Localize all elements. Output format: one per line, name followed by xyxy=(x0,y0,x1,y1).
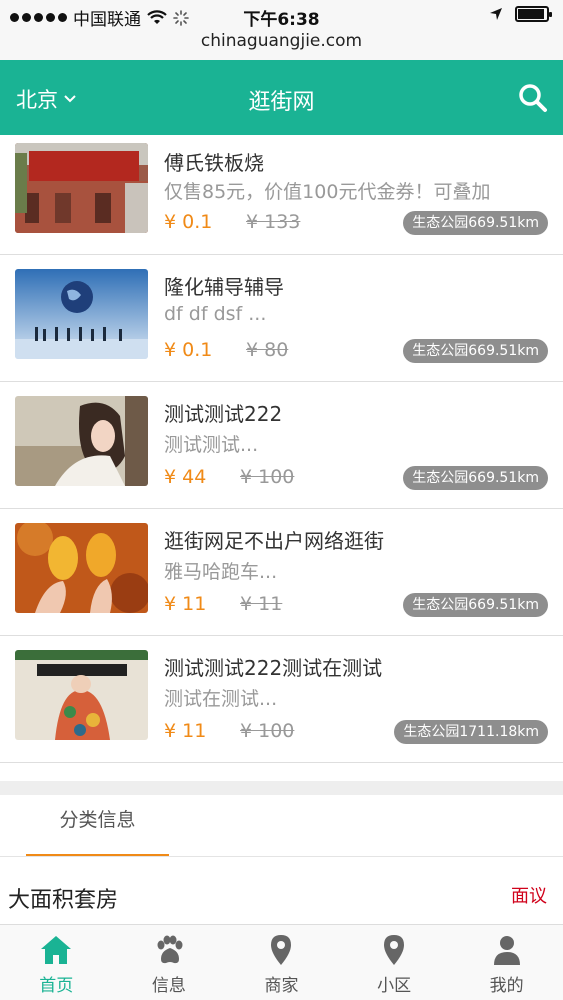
item-desc: 测试测试... xyxy=(164,434,259,456)
nav-mine[interactable]: 我的 xyxy=(450,925,563,1000)
item-price: ¥ 44 xyxy=(164,466,207,488)
home-icon xyxy=(41,936,72,964)
nav-label: 小区 xyxy=(377,976,412,996)
paw-icon xyxy=(157,935,183,964)
status-bar: 中国联通 下午6:38 xyxy=(0,0,563,32)
nav-label: 商家 xyxy=(264,976,299,996)
distance-badge: 生态公园669.51km xyxy=(403,211,548,235)
bottom-nav: 首页 信息 商家 小区 我的 xyxy=(0,924,563,1000)
info-list-item[interactable]: 大面积套房 面议 xyxy=(0,858,563,924)
info-title: 大面积套房 xyxy=(8,888,119,913)
item-desc: 雅马哈跑车... xyxy=(164,561,278,583)
map-pin-icon xyxy=(384,935,405,965)
deal-thumbnail xyxy=(15,396,148,486)
list-item[interactable]: 傅氏铁板烧 仅售85元，价值100元代金券！可叠加 ¥ 0.1 ¥ 133 生态… xyxy=(0,135,563,255)
location-arrow-icon xyxy=(490,8,502,20)
nav-merchants[interactable]: 商家 xyxy=(225,925,338,1000)
user-icon xyxy=(493,936,520,965)
item-original-price: ¥ 11 xyxy=(240,593,283,615)
tab-category-info[interactable]: 分类信息 xyxy=(26,807,169,857)
item-original-price: ¥ 80 xyxy=(246,339,289,361)
item-price: ¥ 0.1 xyxy=(164,339,213,361)
item-price: ¥ 0.1 xyxy=(164,211,213,233)
nav-label: 信息 xyxy=(151,976,186,996)
status-time: 下午6:38 xyxy=(243,10,320,30)
item-original-price: ¥ 133 xyxy=(246,211,301,233)
deal-thumbnail xyxy=(15,650,148,740)
tab-underline xyxy=(26,854,169,856)
item-title: 测试测试222 xyxy=(164,402,283,426)
item-original-price: ¥ 100 xyxy=(240,720,295,742)
battery-icon xyxy=(515,6,552,22)
nav-info[interactable]: 信息 xyxy=(113,925,226,1000)
deal-thumbnail xyxy=(15,523,148,613)
item-title: 隆化辅导辅导 xyxy=(164,275,284,299)
item-desc: df df dsf ... xyxy=(164,303,267,325)
distance-badge: 生态公园1711.18km xyxy=(394,720,548,744)
distance-badge: 生态公园669.51km xyxy=(403,466,548,490)
item-desc: 仅售85元，价值100元代金券！可叠加 xyxy=(164,181,491,203)
item-title: 傅氏铁板烧 xyxy=(164,151,264,175)
deal-list: 傅氏铁板烧 仅售85元，价值100元代金券！可叠加 ¥ 0.1 ¥ 133 生态… xyxy=(0,135,563,763)
distance-badge: 生态公园669.51km xyxy=(403,593,548,617)
list-item[interactable]: 测试测试222测试在测试 测试在测试... ¥ 11 ¥ 100 生态公园171… xyxy=(0,636,563,763)
page-title: 逛街网 xyxy=(248,90,315,115)
item-price: ¥ 11 xyxy=(164,593,207,615)
deal-thumbnail xyxy=(15,143,148,233)
item-original-price: ¥ 100 xyxy=(240,466,295,488)
item-price: ¥ 11 xyxy=(164,720,207,742)
map-pin-icon xyxy=(271,935,292,965)
app-header: 北京 逛街网 xyxy=(0,60,563,135)
url-bar[interactable]: chinaguangjie.com xyxy=(0,32,563,60)
nav-label: 首页 xyxy=(39,976,74,996)
section-divider xyxy=(0,781,563,795)
nav-label: 我的 xyxy=(489,976,524,996)
nav-community[interactable]: 小区 xyxy=(338,925,451,1000)
deal-thumbnail xyxy=(15,269,148,359)
list-item[interactable]: 测试测试222 测试测试... ¥ 44 ¥ 100 生态公园669.51km xyxy=(0,382,563,509)
distance-badge: 生态公园669.51km xyxy=(403,339,548,363)
item-title: 逛街网足不出户网络逛街 xyxy=(164,529,384,553)
section-tabs: 分类信息 xyxy=(0,795,563,857)
list-item[interactable]: 隆化辅导辅导 df df dsf ... ¥ 0.1 ¥ 80 生态公园669.… xyxy=(0,255,563,382)
search-icon[interactable] xyxy=(517,82,549,114)
info-price: 面议 xyxy=(511,886,547,907)
item-title: 测试测试222测试在测试 xyxy=(164,656,383,680)
status-right xyxy=(489,6,552,22)
nav-home[interactable]: 首页 xyxy=(0,925,113,1000)
item-desc: 测试在测试... xyxy=(164,688,278,710)
list-item[interactable]: 逛街网足不出户网络逛街 雅马哈跑车... ¥ 11 ¥ 11 生态公园669.5… xyxy=(0,509,563,636)
